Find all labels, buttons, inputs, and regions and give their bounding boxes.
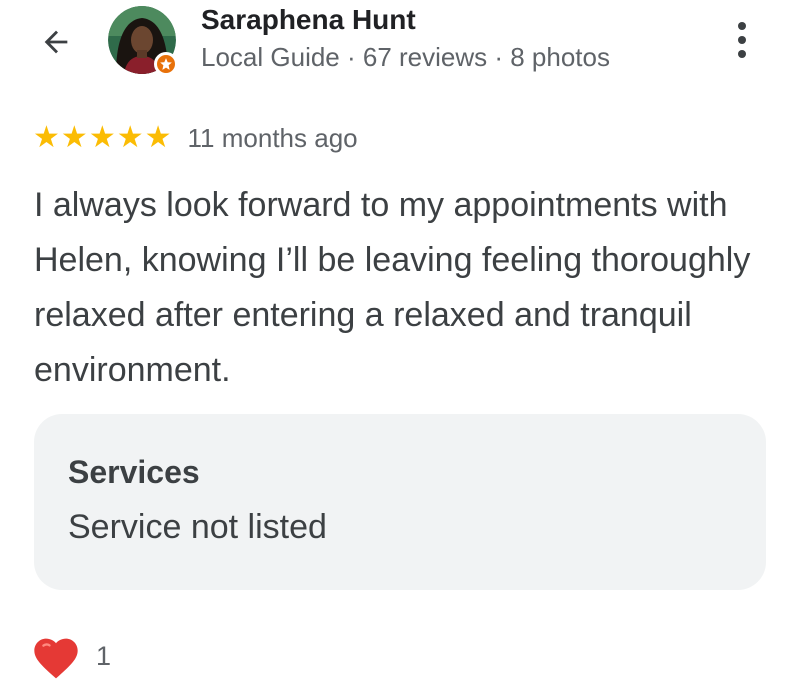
reviewer-avatar[interactable] (108, 6, 178, 76)
reviewer-meta: Local Guide · 67 reviews · 8 photos (201, 42, 610, 72)
like-reaction-button[interactable]: 1 (30, 628, 111, 684)
back-button[interactable] (34, 20, 78, 64)
review-page: Saraphena Hunt Local Guide · 67 reviews … (0, 0, 800, 688)
services-title: Services (68, 454, 200, 490)
local-guide-badge-icon (154, 52, 178, 76)
more-options-button[interactable] (720, 18, 764, 62)
star-icon: ★ (33, 120, 60, 155)
star-rating: ★ ★ ★ ★ ★ (33, 123, 172, 153)
star-icon: ★ (88, 120, 116, 155)
star-icon: ★ (60, 120, 88, 155)
reaction-count: 1 (96, 640, 112, 671)
services-card: Services Service not listed (34, 414, 766, 590)
rating-row: ★ ★ ★ ★ ★ 11 months ago (33, 118, 358, 158)
star-icon: ★ (116, 120, 144, 155)
back-arrow-icon (44, 30, 68, 54)
heart-icon (34, 638, 78, 679)
star-icon: ★ (144, 120, 172, 155)
more-vert-icon-dot (738, 36, 746, 44)
more-vert-icon-dot (738, 50, 746, 58)
review-time: 11 months ago (187, 122, 358, 153)
reviewer-name[interactable]: Saraphena Hunt (201, 4, 416, 36)
review-header: Saraphena Hunt Local Guide · 67 reviews … (0, 0, 800, 90)
review-text: I always look forward to my appointments… (34, 186, 751, 389)
services-value: Service not listed (68, 508, 327, 546)
more-vert-icon-dot (738, 22, 746, 30)
